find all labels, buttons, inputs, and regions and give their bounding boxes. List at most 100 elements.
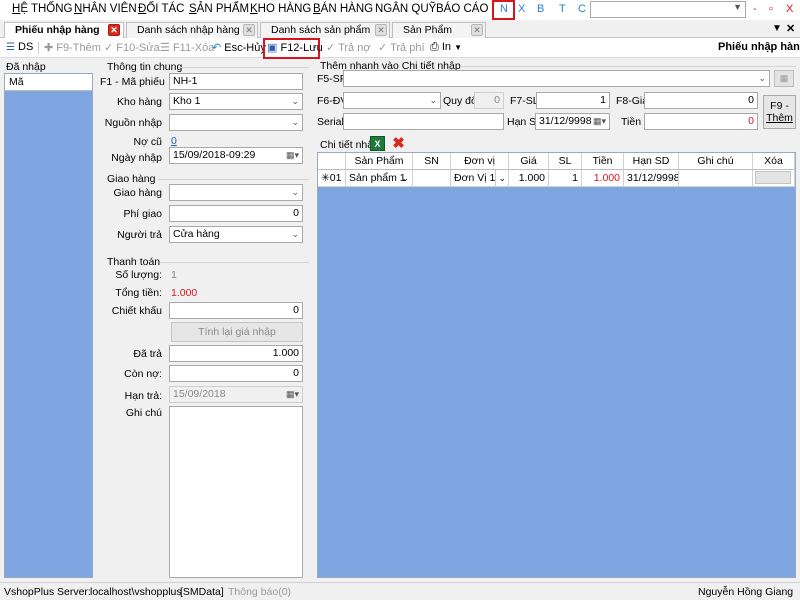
excel-icon[interactable]: X [370, 136, 385, 151]
menu-ban-hang[interactable]: BÁN HÀNG [313, 3, 373, 15]
tien-label: Tiền [621, 116, 642, 128]
save-icon: ▣ [267, 42, 278, 54]
imported-list-title: Đã nhập [6, 61, 46, 73]
close-icon[interactable]: ✕ [471, 24, 483, 36]
tra-phi-button[interactable]: ✓ Trả phí [378, 41, 425, 54]
grid-header-xoa[interactable]: Xóa [753, 153, 795, 170]
delete-all-icon[interactable]: ✖ [391, 136, 406, 151]
tra-no-button[interactable]: ✓ Trả nợ [326, 41, 371, 54]
grid-header-tien[interactable]: Tiền [582, 153, 624, 170]
details-grid[interactable]: Sản Phẩm SN Đơn vị Giá SL Tiền Hạn SD Gh… [317, 152, 796, 578]
shortcut-b[interactable]: B [537, 3, 544, 15]
quy-doi-input[interactable]: 0 [474, 92, 504, 109]
tab-danh-sach-san-pham[interactable]: Danh sách sản phẩm ✕ [260, 22, 390, 38]
phi-giao-input[interactable]: 0 [169, 205, 303, 222]
ghi-chu-textarea[interactable] [169, 406, 303, 578]
minimize-button[interactable]: - [753, 3, 757, 15]
han-tra-date-input[interactable]: 15/09/2018 ▦▾ [169, 386, 303, 403]
serial-input[interactable] [343, 113, 504, 130]
imported-list[interactable]: Mã [4, 73, 93, 578]
grid-cell-xoa[interactable] [753, 170, 795, 187]
menu-ngan-quy[interactable]: NGÂN QUỸ [375, 3, 436, 15]
esc-huy-button[interactable]: ↶ Esc-Hủy [212, 41, 266, 54]
f10-sua-button[interactable]: ✓ F10-Sửa [104, 41, 160, 54]
status-server-label: Server: [57, 586, 91, 598]
tab-phieu-nhap-hang[interactable]: Phiếu nhập hàng ✕ [4, 22, 124, 38]
menu-he-thong[interactable]: HỆ THỐNG [12, 3, 73, 15]
check-icon: ✓ [326, 42, 336, 54]
no-cu-link[interactable]: 0 [171, 135, 177, 147]
grid-cell-han-sd[interactable]: 31/12/9998 [624, 170, 679, 187]
tab-list-dropdown-icon[interactable]: ▼ [772, 23, 782, 34]
menu-bao-cao[interactable]: BÁO CÁO [436, 3, 488, 15]
grid-header-san-pham[interactable]: Sản Phẩm [346, 153, 413, 170]
status-notifications[interactable]: Thông báo(0) [228, 586, 291, 598]
f9-them-button[interactable]: ✚ F9-Thêm [44, 41, 101, 54]
imported-list-header-ma[interactable]: Mã [5, 74, 92, 91]
ngay-nhap-date-input[interactable]: 15/09/2018-09:29 ▦▾ [169, 147, 303, 164]
close-icon[interactable]: ✕ [108, 24, 120, 36]
grid-cell-ghi-chu[interactable] [679, 170, 753, 187]
print-button[interactable]: ⎙ In ▼ [430, 41, 462, 54]
han-sd-date-input[interactable]: 31/12/9998 ▦▾ [535, 113, 610, 130]
grid-header-han-sd[interactable]: Hạn SD [624, 153, 679, 170]
grid-header-don-vi[interactable]: Đơn vị [451, 153, 509, 170]
tien-input[interactable]: 0 [644, 113, 758, 130]
close-icon[interactable]: ✕ [243, 24, 255, 36]
kho-hang-select[interactable]: Kho 1 ⌄ [169, 93, 303, 110]
shortcut-n[interactable]: N [500, 3, 508, 15]
shortcut-x[interactable]: X [518, 3, 525, 15]
status-app-name: VshopPlus [4, 586, 55, 598]
chiet-khau-label: Chiết khấu [111, 305, 162, 317]
gia-input[interactable]: 0 [644, 92, 758, 109]
grid-header-ghi-chu[interactable]: Ghi chú [679, 153, 753, 170]
giao-hang-select[interactable]: ⌄ [169, 184, 303, 201]
nguon-nhap-select[interactable]: ⌄ [169, 114, 303, 131]
general-info-title: Thông tin chung [107, 61, 183, 73]
chevron-down-icon: ⌄ [291, 96, 299, 106]
sl-input[interactable]: 1 [536, 92, 610, 109]
divider [178, 67, 309, 68]
f11-xoa-button[interactable]: ☰ F11-Xóa [160, 41, 214, 54]
tab-san-pham[interactable]: Sản Phẩm ✕ [392, 22, 486, 38]
close-icon[interactable]: ✕ [375, 24, 387, 36]
chiet-khau-input[interactable]: 0 [169, 302, 303, 319]
list-icon: ☰ [6, 42, 15, 53]
ma-phieu-input[interactable]: NH-1 [169, 73, 303, 90]
grid-cell-sn[interactable] [413, 170, 451, 187]
grid-cell-don-vi[interactable]: Đơn Vị 1 ⌄ [451, 170, 509, 187]
product-lookup-icon[interactable]: ▦ [774, 70, 794, 87]
grid-header-gia[interactable]: Giá [509, 153, 549, 170]
f12-luu-button[interactable]: ▣ F12-Lưu [267, 41, 323, 54]
ghi-chu-label: Ghi chú [125, 407, 162, 419]
grid-header-sn[interactable]: SN [413, 153, 451, 170]
tab-close-all-icon[interactable]: ✕ [786, 22, 795, 35]
shortcut-t[interactable]: T [559, 3, 566, 15]
shortcut-c[interactable]: C [578, 3, 586, 15]
f9-them-quick-button[interactable]: F9 - Thêm [763, 95, 796, 129]
menu-kho-hang[interactable]: KHO HÀNG [250, 3, 311, 15]
grid-cell-sl[interactable]: 1 [549, 170, 582, 187]
tab-danh-sach-nhap-hang[interactable]: Danh sách nhập hàng ✕ [126, 22, 258, 38]
grid-header-stt [318, 153, 346, 170]
recalculate-price-button[interactable]: Tính lại giá nhập [171, 322, 303, 342]
menu-doi-tac[interactable]: ĐỐI TÁC [138, 3, 184, 15]
chevron-down-icon: ⌄ [429, 95, 437, 105]
nguoi-tra-select[interactable]: Cửa hàng ⌄ [169, 226, 303, 243]
dv-select[interactable]: ⌄ [343, 92, 441, 109]
grid-header-sl[interactable]: SL [549, 153, 582, 170]
menu-search-input[interactable]: ▼ [590, 1, 746, 18]
toolbar: ☰ DS ✚ F9-Thêm ✓ F10-Sửa ☰ F11-Xóa ↶ Esc… [0, 38, 800, 59]
da-tra-label: Đã trả [133, 348, 162, 360]
ds-button[interactable]: ☰ DS [6, 41, 33, 53]
menu-san-pham[interactable]: SẢN PHẨM [189, 3, 249, 15]
grid-cell-san-pham[interactable]: Sản phẩm 1 ⌄ [346, 170, 413, 187]
menu-nhan-vien[interactable]: NHÂN VIÊN [74, 3, 137, 15]
da-tra-input[interactable]: 1.000 [169, 345, 303, 362]
con-no-input[interactable]: 0 [169, 365, 303, 382]
restore-button[interactable]: ▫ [769, 3, 773, 15]
sp-select[interactable]: ⌄ [343, 70, 770, 87]
grid-cell-gia[interactable]: 1.000 [509, 170, 549, 187]
close-button[interactable]: X [786, 3, 793, 15]
delete-row-button[interactable] [755, 171, 791, 184]
